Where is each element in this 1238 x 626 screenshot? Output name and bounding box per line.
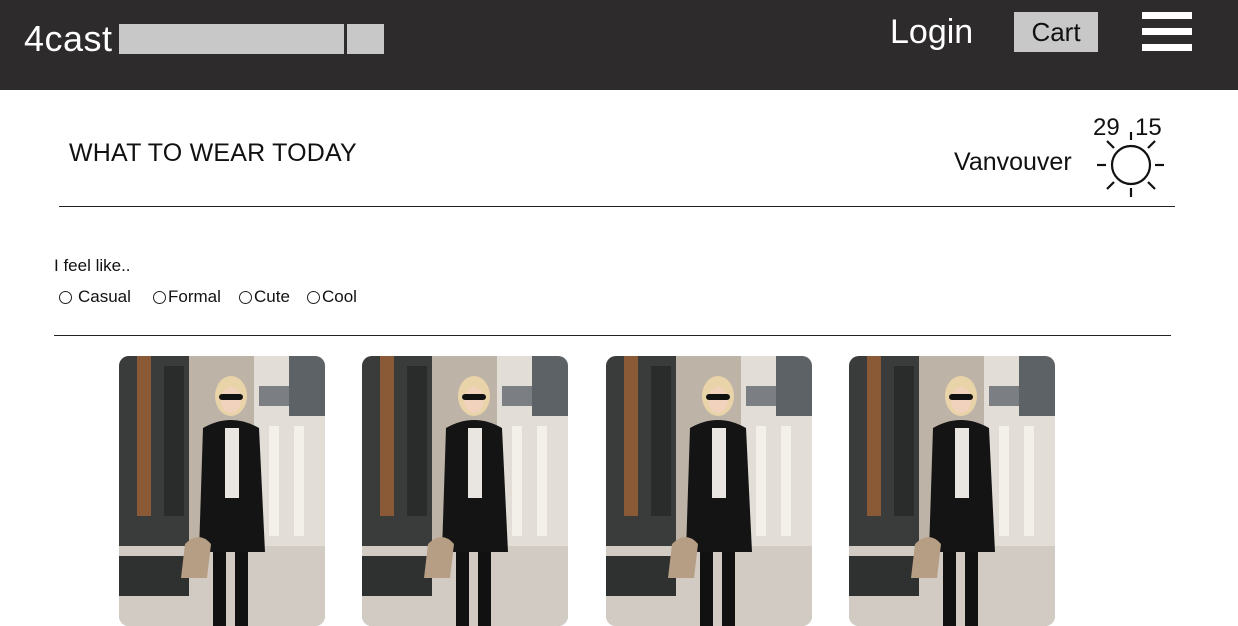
mood-divider bbox=[54, 335, 1171, 336]
mood-prompt: I feel like.. bbox=[54, 256, 131, 275]
mood-option-casual[interactable]: Casual bbox=[59, 286, 131, 308]
outfit-photo bbox=[119, 356, 325, 626]
outfit-card-3[interactable] bbox=[606, 356, 812, 626]
top-nav-bar: 4cast Login Cart bbox=[0, 0, 1238, 90]
page-title: WHAT TO WEAR TODAY bbox=[69, 139, 357, 167]
mood-option-label: Formal bbox=[168, 287, 221, 306]
radio-button[interactable] bbox=[307, 290, 320, 304]
outfit-photo bbox=[362, 356, 568, 626]
radio-button[interactable] bbox=[239, 290, 252, 304]
outfit-card-4[interactable] bbox=[849, 356, 1055, 626]
city-name: Vanvouver bbox=[954, 148, 1072, 176]
outfit-card-1[interactable] bbox=[119, 356, 325, 626]
mood-option-label: Cute bbox=[254, 287, 290, 306]
outfit-card-2[interactable] bbox=[362, 356, 568, 626]
heading-divider bbox=[59, 206, 1175, 207]
radio-button[interactable] bbox=[153, 290, 166, 304]
outfit-photo bbox=[849, 356, 1055, 626]
mood-option-formal[interactable]: Formal bbox=[153, 286, 221, 308]
search-button[interactable] bbox=[347, 24, 384, 54]
hamburger-menu-button[interactable] bbox=[1142, 12, 1192, 52]
mood-option-cool[interactable]: Cool bbox=[307, 286, 357, 308]
login-link[interactable]: Login bbox=[890, 11, 973, 53]
outfit-photo bbox=[606, 356, 812, 626]
search-input[interactable] bbox=[119, 24, 344, 54]
mood-option-cute[interactable]: Cute bbox=[239, 286, 290, 308]
mood-option-label: Cool bbox=[322, 287, 357, 306]
mood-option-label: Casual bbox=[78, 287, 131, 306]
radio-button[interactable] bbox=[59, 290, 72, 304]
cart-button[interactable]: Cart bbox=[1014, 12, 1098, 52]
app-logo[interactable]: 4cast bbox=[24, 18, 113, 60]
sun-icon bbox=[1097, 132, 1164, 197]
